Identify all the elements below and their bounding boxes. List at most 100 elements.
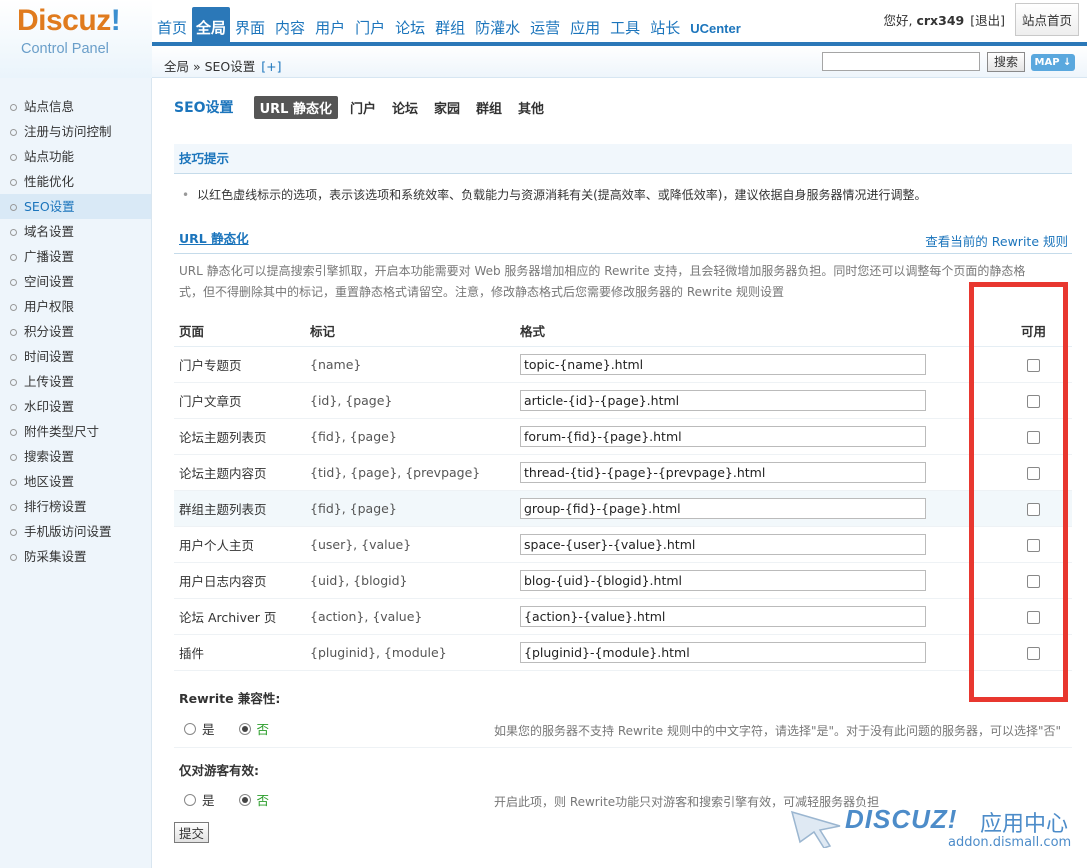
- tab-1[interactable]: 门户: [350, 98, 376, 117]
- rule-page: 门户专题页: [174, 346, 305, 383]
- sidebar-item-1[interactable]: 注册与访问控制: [0, 119, 151, 144]
- search-button[interactable]: 搜索: [987, 52, 1026, 72]
- col-page: 页面: [174, 316, 305, 347]
- sidebar-item-11[interactable]: 上传设置: [0, 369, 151, 394]
- site-home-button[interactable]: 站点首页: [1014, 3, 1079, 36]
- url-static-description: URL 静态化可以提高搜索引擎抓取，开启本功能需要对 Web 服务器增加相应的 …: [179, 264, 1026, 299]
- rewrite-compat-no-label: 否: [256, 722, 270, 737]
- table-row: 门户专题页 {name}: [174, 346, 1072, 383]
- rule-page: 论坛 Archiver 页: [174, 598, 305, 635]
- watermark-cn: 应用中心: [980, 812, 1069, 837]
- rule-format-input[interactable]: [520, 533, 926, 555]
- tips-heading: 技巧提示: [174, 144, 1072, 174]
- guest-only-no-radio[interactable]: [238, 793, 251, 806]
- rewrite-compat-yes-label: 是: [202, 722, 215, 737]
- rule-page: 门户文章页: [174, 382, 305, 419]
- sidebar-item-10[interactable]: 时间设置: [0, 344, 151, 369]
- tab-2[interactable]: 论坛: [392, 98, 418, 117]
- rule-mark: {name}: [305, 346, 515, 383]
- sidebar-item-13[interactable]: 附件类型尺寸: [0, 419, 151, 444]
- submit-button[interactable]: 提交: [174, 822, 210, 843]
- sidebar-item-6[interactable]: 广播设置: [0, 244, 151, 269]
- rule-format-input[interactable]: [520, 425, 926, 447]
- tab-0[interactable]: URL 静态化: [253, 95, 338, 119]
- guest-only-yes-radio[interactable]: [184, 793, 196, 806]
- sidebar-item-12[interactable]: 水印设置: [0, 394, 151, 419]
- search-input[interactable]: [822, 52, 980, 71]
- rule-format-input[interactable]: [520, 353, 926, 375]
- sidebar-item-14[interactable]: 搜索设置: [0, 444, 151, 469]
- rule-format-cell: [515, 382, 995, 419]
- sidebar-item-8[interactable]: 用户权限: [0, 294, 151, 319]
- table-row: 门户文章页 {id}, {page}: [174, 382, 1072, 419]
- sidebar-item-3[interactable]: 性能优化: [0, 169, 151, 194]
- sidebar-menu: 站点信息 注册与访问控制 站点功能 性能优化 SEO设置 域名设置 广播设置 空间设置 用户权限…: [0, 94, 151, 569]
- rule-mark: {tid}, {page}, {prevpage}: [305, 454, 515, 491]
- page-title: SEO设置: [174, 100, 234, 116]
- tips-text: • 以红色虚线标示的选项，表示该选项和系统效率、负载能力与资源消耗有关(提高效率、…: [182, 188, 927, 202]
- rule-format-input[interactable]: [520, 605, 926, 627]
- rule-format-input[interactable]: [520, 461, 926, 483]
- tab-3[interactable]: 家园: [434, 98, 460, 117]
- table-row: 插件 {pluginid}, {module}: [174, 634, 1072, 671]
- rule-format-cell: [515, 562, 995, 599]
- logout-link[interactable]: [退出]: [970, 10, 1005, 29]
- table-row: 论坛主题内容页 {tid}, {page}, {prevpage}: [174, 454, 1072, 491]
- guest-only-title: 仅对游客有效:: [179, 763, 259, 778]
- rule-format-input[interactable]: [520, 641, 926, 663]
- logo: Discuz! Control Panel: [0, 0, 152, 78]
- url-static-title[interactable]: URL 静态化: [179, 231, 249, 246]
- tab-4[interactable]: 群组: [476, 98, 502, 117]
- table-row: 用户日志内容页 {uid}, {blogid}: [174, 562, 1072, 599]
- rule-format-input[interactable]: [520, 569, 926, 591]
- sidebar-item-15[interactable]: 地区设置: [0, 469, 151, 494]
- rule-page: 论坛主题内容页: [174, 454, 305, 491]
- rule-format-input[interactable]: [520, 389, 926, 411]
- add-shortcut-link[interactable]: [+]: [261, 59, 281, 74]
- sidebar-item-0[interactable]: 站点信息: [0, 94, 151, 119]
- sub-bar: 全局 » SEO设置 [+] 搜索 MAP ↓: [152, 46, 1087, 78]
- greeting: 您好, crx349: [883, 13, 965, 28]
- seo-tabs: SEO设置 URL 静态化 门户 论坛 家园 群组 其他: [174, 95, 1072, 119]
- sidebar-item-18[interactable]: 防采集设置: [0, 544, 151, 569]
- breadcrumb: 全局 » SEO设置 [+]: [164, 56, 282, 75]
- view-rewrite-rules-link[interactable]: 查看当前的 Rewrite 规则: [925, 231, 1068, 250]
- map-button[interactable]: MAP ↓: [1031, 54, 1075, 71]
- rule-page: 论坛主题列表页: [174, 418, 305, 455]
- rule-format-input[interactable]: [520, 497, 926, 519]
- sidebar-item-2[interactable]: 站点功能: [0, 144, 151, 169]
- username: crx349: [916, 13, 965, 28]
- sidebar-item-4[interactable]: SEO设置: [0, 194, 151, 219]
- table-row: 论坛 Archiver 页 {action}, {value}: [174, 598, 1072, 635]
- rewrite-compat-no-radio[interactable]: [238, 722, 251, 735]
- rule-mark: {fid}, {page}: [305, 418, 515, 455]
- guest-only-options: 是 否: [184, 790, 293, 809]
- sidebar-item-16[interactable]: 排行榜设置: [0, 494, 151, 519]
- sidebar-item-9[interactable]: 积分设置: [0, 319, 151, 344]
- guest-only-yes-label: 是: [202, 793, 215, 808]
- rule-format-cell: [515, 346, 995, 383]
- rule-format-cell: [515, 490, 995, 527]
- logo-brand: Discuz!: [17, 4, 121, 37]
- rewrite-compat-yes-radio[interactable]: [184, 722, 196, 735]
- sidebar-item-17[interactable]: 手机版访问设置: [0, 519, 151, 544]
- user-area: 您好, crx349 [退出] 站点首页: [884, 3, 1079, 36]
- sidebar: 站点信息 注册与访问控制 站点功能 性能优化 SEO设置 域名设置 广播设置 空间设置 用户权限…: [0, 78, 152, 868]
- rule-mark: {user}, {value}: [305, 526, 515, 563]
- table-header-row: 页面 标记 格式 可用: [174, 316, 1072, 347]
- rule-mark: {uid}, {blogid}: [305, 562, 515, 599]
- rewrite-compat-title: Rewrite 兼容性:: [179, 691, 281, 706]
- rule-page: 群组主题列表页: [174, 490, 305, 527]
- main-content: SEO设置 URL 静态化 门户 论坛 家园 群组 其他 技巧提示 • 以红色虚线标示的选项…: [174, 95, 1072, 843]
- col-mark: 标记: [305, 316, 515, 347]
- rewrite-compat-options: 是 否: [184, 719, 293, 738]
- tab-5[interactable]: 其他: [518, 98, 544, 117]
- rule-format-cell: [515, 598, 995, 635]
- breadcrumb-text: 全局 » SEO设置: [164, 59, 256, 74]
- sidebar-item-7[interactable]: 空间设置: [0, 269, 151, 294]
- bullet-icon: •: [182, 188, 190, 202]
- header: 首页 全局 界面 内容 用户 门户 论坛 群组 防灌水 运营 应用 工具 站长 UCenter 您好, c…: [0, 0, 1087, 46]
- sidebar-item-5[interactable]: 域名设置: [0, 219, 151, 244]
- nav-item-1[interactable]: 全局: [192, 7, 231, 46]
- rule-format-cell: [515, 418, 995, 455]
